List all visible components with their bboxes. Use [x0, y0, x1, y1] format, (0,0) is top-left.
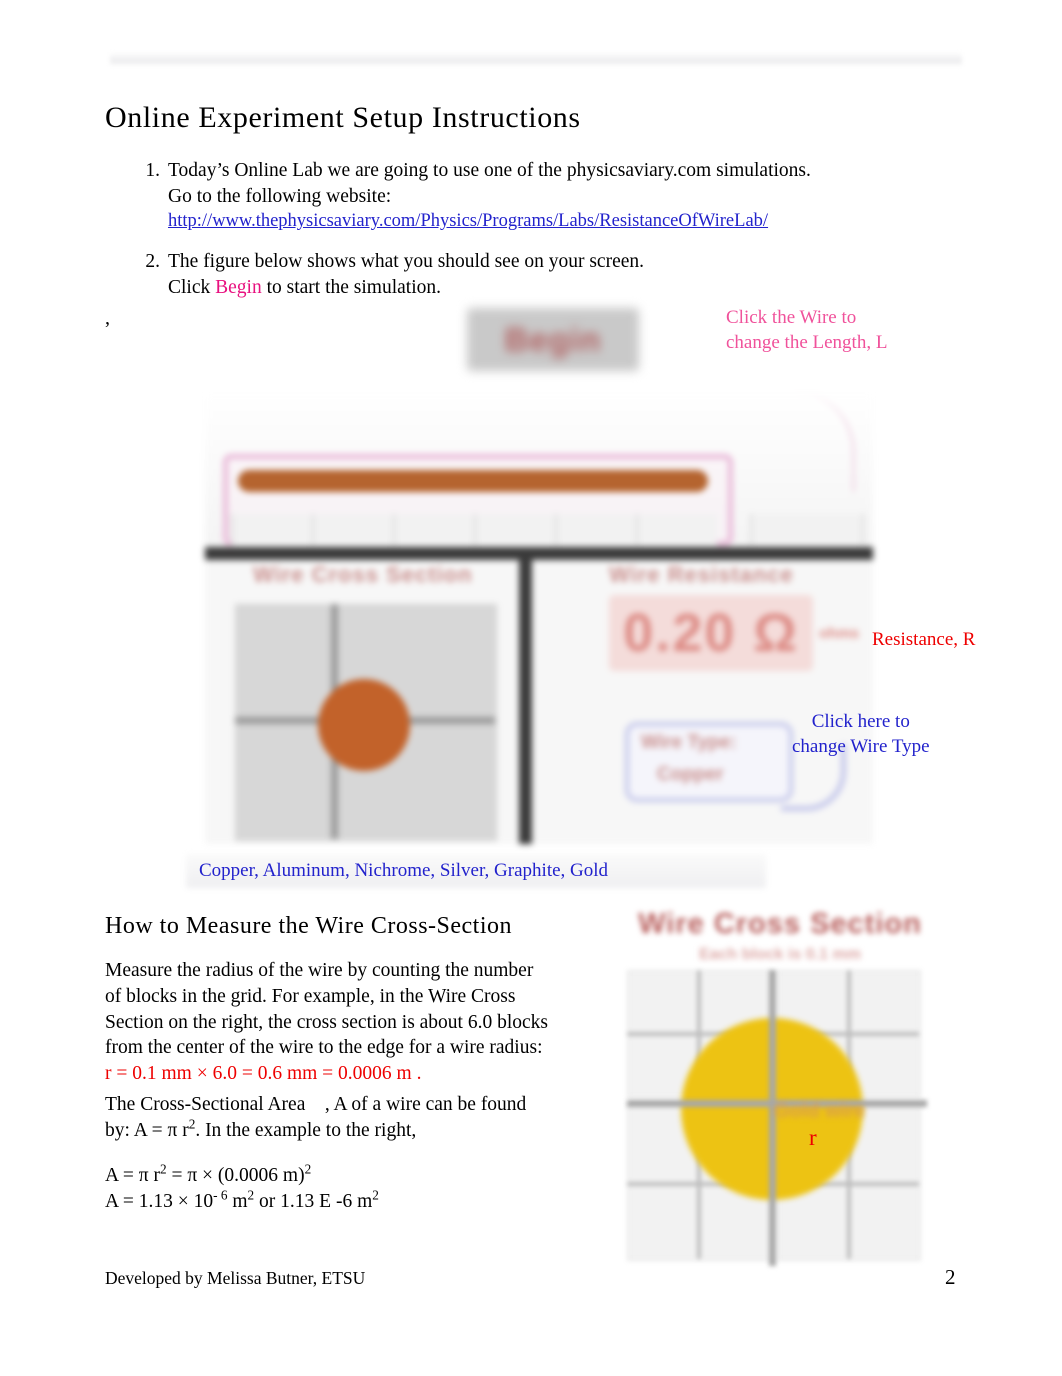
ruler-tick [555, 514, 636, 546]
equation-2-exponent-3: 2 [372, 1187, 379, 1203]
equation-line-2: A = 1.13 × 10- 6 m2 or 1.13 E -6 m2 [105, 1187, 605, 1215]
area-line-1-part-a: The Cross-Sectional Area [105, 1094, 306, 1115]
page-number: 2 [945, 1265, 956, 1289]
instruction-1-line-2: Go to the following website: [168, 185, 392, 207]
footer-credit: Developed by Melissa Butner, ETSU [105, 1268, 366, 1288]
instruction-2-line-1: The figure below shows what you should s… [168, 251, 645, 272]
instruction-1-number: 1. [145, 160, 160, 181]
instruction-2-suffix: to start the simulation. [261, 276, 441, 298]
area-equations: A = π r2 = π × (0.0006 m)2 A = 1.13 × 10… [105, 1161, 605, 1215]
measurement-line-1: Measure the radius of the wire by counti… [105, 960, 534, 981]
begin-button-screenshot: Begin [467, 308, 639, 371]
instruction-1-line-1: Today’s Online Lab we are going to use o… [168, 160, 811, 181]
sim-wire-type-label: Wire Type: [641, 732, 737, 753]
header-decoration-band [110, 52, 962, 66]
equation-2-part-b: m [227, 1190, 248, 1212]
area-line-2: by: A = π r2. In the example to the righ… [105, 1117, 605, 1144]
equation-1-part-b: = π × (0.0006 m) [166, 1165, 305, 1186]
radius-formula: r = 0.1 mm × 6.0 = 0.6 mm = 0.0006 m . [105, 1063, 422, 1085]
simulation-screenshot: Wire Cross Section Wire Resistance 0.20 … [205, 392, 873, 844]
simulation-vertical-divider [519, 554, 532, 844]
ruler-tick [636, 514, 717, 546]
section-heading: How to Measure the Wire Cross-Section [105, 913, 513, 939]
equation-line-1: A = π r2 = π × (0.0006 m)2 [105, 1161, 605, 1189]
instruction-2-number: 2. [145, 251, 160, 272]
cross-section-watermark: Gold wire [774, 1100, 866, 1122]
annotation-resistance: Resistance, R [872, 629, 976, 650]
annotation-change-length-line-2: change the Length, L [726, 332, 888, 353]
instruction-item-1: 1. Today’s Online Lab we are going to us… [130, 158, 910, 235]
cross-section-figure-title: Wire Cross Section [638, 908, 922, 940]
equation-1-exponent-1: 2 [159, 1161, 167, 1177]
sim-wire-type-value: Copper [657, 764, 724, 785]
wire-cross-section-figure: Wire Cross Section Each block is 0.1 mm … [624, 908, 936, 1268]
measurement-line-3: Section on the right, the cross section … [105, 1011, 549, 1033]
area-line-1: The Cross-Sectional Area , A of a wire c… [105, 1092, 605, 1118]
area-line-2-part-a: by: A = π r [105, 1119, 189, 1141]
ruler-tick-extra [750, 514, 864, 546]
instruction-2-line-2: Click Begin to start the simulation. [168, 275, 910, 301]
wire-length-ruler [231, 514, 717, 546]
wire-bar [238, 470, 708, 492]
equation-2-part-a: A = 1.13 × 10 [105, 1190, 214, 1212]
sim-resistance-readout: 0.20 Ω [609, 595, 813, 671]
sim-resistance-unit: ohms [819, 625, 860, 642]
annotation-change-wire-type-line-1: Click here to [811, 711, 910, 732]
stray-comma-mark: , [105, 307, 110, 329]
instruction-1-body: Today’s Online Lab we are going to use o… [168, 158, 910, 235]
annotation-change-length-line-1: Click the Wire to [726, 307, 857, 328]
annotation-change-length: Click the Wire to change the Length, L [726, 305, 887, 355]
instruction-2-body: The figure below shows what you should s… [168, 249, 910, 300]
area-line-2-part-b: . In the example to the right, [195, 1119, 417, 1141]
cross-section-figure-subtitle: Each block is 0.1 mm [699, 946, 861, 963]
area-line-1-part-b: , A of a wire can be found [324, 1094, 527, 1115]
page-title: Online Experiment Setup Instructions [105, 101, 581, 134]
sim-copper-wire-circle [318, 679, 410, 771]
instruction-2-prefix: Click [168, 276, 216, 298]
ruler-tick [231, 514, 312, 546]
document-page: Online Experiment Setup Instructions 1. … [0, 0, 1062, 1376]
annotation-change-wire-type: Click here to change Wire Type [792, 709, 930, 759]
simulation-horizontal-divider [205, 547, 873, 560]
measurement-paragraph: Measure the radius of the wire by counti… [105, 958, 605, 1087]
radius-label-r: r [809, 1125, 817, 1150]
annotation-wire-materials: Copper, Aluminum, Nichrome, Silver, Grap… [199, 860, 609, 881]
equation-1-part-a: A = π r [105, 1165, 160, 1186]
ruler-tick [474, 514, 555, 546]
area-paragraph: The Cross-Sectional Area , A of a wire c… [105, 1092, 605, 1144]
begin-keyword: Begin [215, 276, 262, 298]
equation-2-exponent-1: - 6 [213, 1187, 228, 1203]
ruler-tick [393, 514, 474, 546]
ruler-tick [312, 514, 393, 546]
measurement-line-4: from the center of the wire to the edge … [105, 1037, 543, 1059]
instruction-item-2: 2. The figure below shows what you shoul… [130, 249, 910, 300]
lab-url-link[interactable]: http://www.thephysicsaviary.com/Physics/… [168, 209, 910, 235]
sim-wire-resistance-label: Wire Resistance [609, 562, 794, 587]
measurement-line-2: of blocks in the grid. For example, in t… [105, 985, 516, 1007]
annotation-change-wire-type-line-2: change Wire Type [792, 736, 930, 757]
equation-2-part-c: or 1.13 E -6 m [254, 1190, 373, 1212]
sim-wire-cross-section-label: Wire Cross Section [253, 562, 473, 587]
equation-1-exponent-2: 2 [304, 1161, 312, 1177]
